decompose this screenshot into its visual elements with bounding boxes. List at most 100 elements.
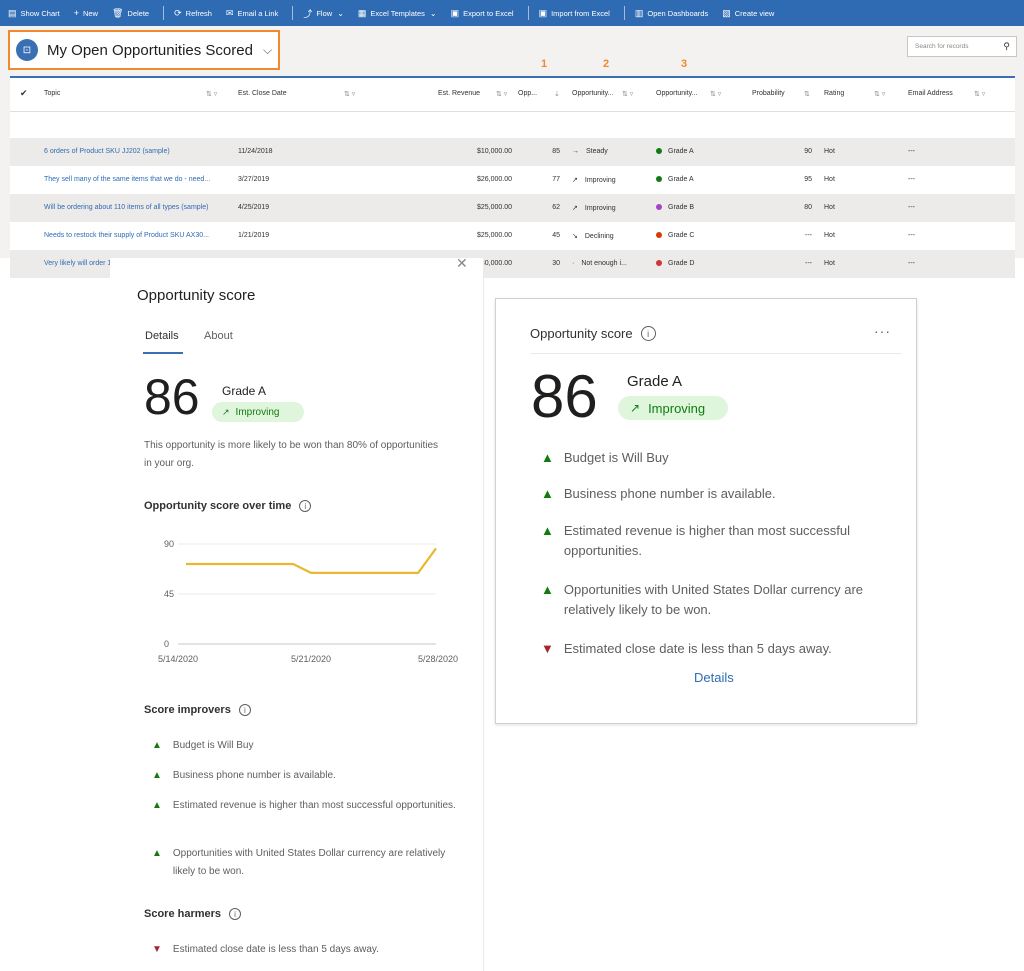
tab-about[interactable]: About xyxy=(204,330,233,342)
email-link-button[interactable]: ✉ Email a Link xyxy=(226,8,278,19)
select-all-checkbox[interactable]: ✔ xyxy=(20,88,28,99)
sort-filter-icon[interactable]: ⇅ ▿ xyxy=(344,90,355,98)
info-icon[interactable]: i xyxy=(299,500,312,512)
separator xyxy=(163,6,165,20)
cell-trend: → Steady xyxy=(572,148,608,155)
card-trend-badge: ↗ Improving xyxy=(618,396,728,420)
table-row[interactable]: Needs to restock their supply of Product… xyxy=(10,222,1015,250)
cell-prob: 90 xyxy=(804,148,812,155)
cell-grade: Grade C xyxy=(656,232,694,239)
more-options-icon[interactable]: ··· xyxy=(874,323,891,339)
score-description: This opportunity is more likely to be wo… xyxy=(144,440,439,469)
tab-underline xyxy=(143,352,183,354)
import-icon: ▣ xyxy=(538,7,548,18)
column-header-grade[interactable]: Opportunity... xyxy=(656,90,698,97)
trend-label: Improving xyxy=(235,406,280,418)
view-title: My Open Opportunities Scored xyxy=(47,41,253,59)
cell-score: 77 xyxy=(552,176,560,183)
sort-down-icon[interactable]: ⇣ xyxy=(554,90,560,98)
table-row[interactable]: Will be ordering about 110 items of all … xyxy=(10,194,1015,222)
grade-dot-icon xyxy=(656,260,662,266)
y-tick-label: 45 xyxy=(164,589,174,599)
cell-topic[interactable]: Needs to restock their supply of Product… xyxy=(44,232,209,239)
improver-item: ▲ Budget is Will Buy xyxy=(541,448,911,468)
cell-revenue: $26,000.00 xyxy=(476,176,512,183)
column-header-probability[interactable]: Probability xyxy=(752,90,785,97)
y-tick-label: 0 xyxy=(164,639,169,649)
cell-topic[interactable]: Will be ordering about 110 items of all … xyxy=(44,204,208,211)
cell-close: 1/21/2019 xyxy=(238,232,270,239)
details-link[interactable]: Details xyxy=(694,670,734,685)
column-header-close-date[interactable]: Est. Close Date xyxy=(238,90,287,97)
cell-email: --- xyxy=(908,232,915,239)
triangle-up-icon: ▲ xyxy=(152,770,162,781)
new-button[interactable]: + New xyxy=(74,8,98,18)
info-icon[interactable]: i xyxy=(640,326,656,341)
trend-arrow-icon: → xyxy=(572,148,579,155)
y-tick-label: 90 xyxy=(164,539,174,549)
cell-grade: Grade D xyxy=(656,260,694,267)
flow-button[interactable]: ⤴ Flow ⌄ xyxy=(303,7,344,20)
cell-trend: ↗ Improving xyxy=(572,205,616,212)
cell-trend: · Not enough i... xyxy=(572,260,627,267)
column-header-topic[interactable]: Topic xyxy=(44,90,60,97)
harmers-heading: Score harmers i xyxy=(144,908,242,920)
column-header-email[interactable]: Email Address xyxy=(908,90,953,97)
column-header-score[interactable]: Opp... xyxy=(518,90,537,97)
cell-score: 45 xyxy=(552,232,560,239)
cell-email: --- xyxy=(908,260,915,267)
cell-email: --- xyxy=(908,148,915,155)
cell-rating: Hot xyxy=(824,204,835,211)
cell-prob: 95 xyxy=(804,176,812,183)
callout-marker-3: 3 xyxy=(681,58,688,70)
column-header-revenue[interactable]: Est. Revenue xyxy=(438,90,480,97)
create-view-icon: ▧ xyxy=(722,7,731,18)
column-header-trend[interactable]: Opportunity... xyxy=(572,90,614,97)
show-chart-button[interactable]: ▤ Show Chart xyxy=(8,8,60,19)
create-view-button[interactable]: ▧ Create view xyxy=(722,8,774,19)
view-selector[interactable]: ⊡ My Open Opportunities Scored ⌵ xyxy=(8,30,280,70)
triangle-down-icon: ▼ xyxy=(152,944,162,955)
sort-filter-icon[interactable]: ⇅ ▿ xyxy=(206,90,217,98)
close-icon[interactable]: ✕ xyxy=(456,255,468,272)
sort-filter-icon[interactable]: ⇅ xyxy=(804,90,810,98)
grid-header: ✔ Topic ⇅ ▿ Est. Close Date ⇅ ▿ Est. Rev… xyxy=(10,78,1015,112)
table-row[interactable]: 6 orders of Product SKU JJ202 (sample) 11… xyxy=(10,138,1015,166)
cell-close: 11/24/2018 xyxy=(238,148,273,155)
cell-topic[interactable]: 6 orders of Product SKU JJ202 (sample) xyxy=(44,148,170,155)
separator xyxy=(623,6,625,20)
tab-details[interactable]: Details xyxy=(145,330,179,342)
sort-filter-icon[interactable]: ⇅ ▿ xyxy=(710,90,721,98)
sort-filter-icon[interactable]: ⇅ ▿ xyxy=(622,90,633,98)
delete-button[interactable]: 🗑 Delete xyxy=(112,8,149,19)
separator xyxy=(292,6,294,20)
improver-item: ▲ Opportunities with United States Dollar… xyxy=(152,845,462,881)
trend-arrow-icon: · xyxy=(572,260,575,267)
card-title: Opportunity score i xyxy=(530,326,656,341)
email-icon: ✉ xyxy=(225,7,234,18)
table-row[interactable]: They sell many of the same items that we… xyxy=(10,166,1015,194)
sort-filter-icon[interactable]: ⇅ ▿ xyxy=(874,90,885,98)
import-excel-button[interactable]: ▣ Import from Excel xyxy=(539,8,610,19)
cell-revenue: $25,000.00 xyxy=(476,204,512,211)
sort-filter-icon[interactable]: ⇅ ▿ xyxy=(496,90,507,98)
grade-dot-icon xyxy=(656,148,662,154)
column-header-rating[interactable]: Rating xyxy=(824,90,844,97)
export-excel-button[interactable]: ▣ Export to Excel xyxy=(451,8,514,19)
trend-up-icon: ↗ xyxy=(222,406,230,417)
excel-templates-button[interactable]: ▦ Excel Templates ⌄ xyxy=(358,8,437,19)
flow-icon: ⤴ xyxy=(303,8,313,19)
cell-prob: --- xyxy=(805,260,812,267)
info-icon[interactable]: i xyxy=(238,704,251,716)
cell-grade: Grade B xyxy=(656,204,694,211)
trend-arrow-icon: ↗ xyxy=(572,205,578,212)
triangle-up-icon: ▲ xyxy=(152,740,162,751)
info-icon[interactable]: i xyxy=(229,908,242,920)
cell-revenue: $25,000.00 xyxy=(476,232,512,239)
refresh-button[interactable]: ⟳ Refresh xyxy=(174,8,212,19)
trend-badge: ↗ Improving xyxy=(212,402,304,422)
cell-topic[interactable]: They sell many of the same items that we… xyxy=(44,176,210,183)
search-input[interactable]: Search for records ⚲ xyxy=(907,36,1017,57)
sort-filter-icon[interactable]: ⇅ ▿ xyxy=(974,90,985,98)
open-dashboards-button[interactable]: ▥ Open Dashboards xyxy=(635,8,708,19)
